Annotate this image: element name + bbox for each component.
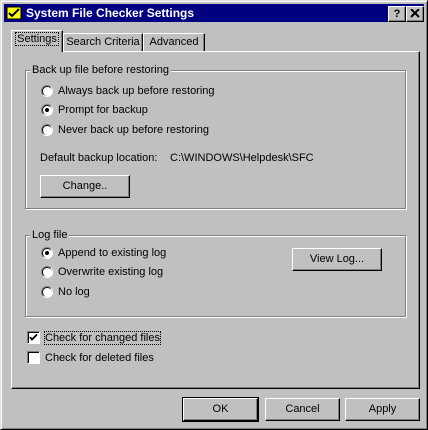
log-file-group-legend: Log file	[30, 229, 70, 241]
checkbox-deleted-files-box[interactable]	[27, 351, 40, 364]
help-button[interactable]: ?	[388, 6, 406, 22]
backup-location-value: C:\WINDOWS\Helpdesk\SFC	[170, 152, 314, 164]
radio-always-backup[interactable]: Always back up before restoring	[41, 85, 215, 97]
change-button[interactable]: Change..	[40, 175, 130, 198]
title-bar[interactable]: System File Checker Settings ?	[4, 4, 424, 22]
cancel-button[interactable]: Cancel	[265, 398, 340, 421]
tab-search-criteria-label: Search Criteria	[66, 36, 140, 48]
radio-prompt-backup-indicator[interactable]	[41, 104, 53, 116]
settings-panel: Back up file before restoring Always bac…	[11, 51, 420, 389]
ok-button[interactable]: OK	[182, 397, 259, 422]
radio-overwrite-log-indicator[interactable]	[41, 266, 53, 278]
tab-advanced[interactable]: Advanced	[143, 33, 205, 52]
dialog-window: System File Checker Settings ? Settings …	[0, 0, 428, 430]
radio-always-backup-label: Always back up before restoring	[58, 85, 215, 97]
view-log-button[interactable]: View Log...	[292, 248, 382, 271]
close-icon	[410, 8, 420, 18]
radio-append-log-indicator[interactable]	[41, 247, 53, 259]
radio-never-backup-label: Never back up before restoring	[58, 124, 210, 136]
checkmark-icon	[29, 333, 38, 341]
tab-advanced-label: Advanced	[149, 36, 199, 48]
radio-append-log[interactable]: Append to existing log	[41, 247, 166, 259]
radio-always-backup-indicator[interactable]	[41, 85, 53, 97]
radio-never-backup-indicator[interactable]	[41, 124, 53, 136]
radio-no-log-indicator[interactable]	[41, 286, 53, 298]
radio-prompt-backup-label: Prompt for backup	[58, 104, 148, 116]
checkbox-changed-files-box[interactable]	[27, 331, 40, 344]
radio-prompt-backup[interactable]: Prompt for backup	[41, 104, 148, 116]
system-file-checker-icon	[6, 5, 22, 21]
apply-button[interactable]: Apply	[345, 398, 420, 421]
radio-no-log-label: No log	[58, 286, 90, 298]
checkbox-deleted-files-label: Check for deleted files	[45, 351, 154, 364]
tab-settings-label: Settings	[15, 32, 59, 46]
checkbox-changed-files-label: Check for changed files	[44, 330, 161, 345]
checkbox-changed-files[interactable]: Check for changed files	[27, 330, 161, 345]
tab-search-criteria[interactable]: Search Criteria	[63, 33, 143, 52]
radio-overwrite-log-label: Overwrite existing log	[58, 266, 164, 278]
backup-location-label: Default backup location:	[40, 152, 158, 164]
radio-never-backup[interactable]: Never back up before restoring	[41, 124, 209, 136]
radio-append-log-label: Append to existing log	[58, 247, 167, 259]
close-button[interactable]	[406, 6, 424, 22]
window-title: System File Checker Settings	[26, 6, 195, 20]
checkbox-deleted-files[interactable]: Check for deleted files	[27, 351, 154, 364]
radio-overwrite-log[interactable]: Overwrite existing log	[41, 266, 163, 278]
backup-group-legend: Back up file before restoring	[30, 64, 171, 76]
tab-settings[interactable]: Settings	[11, 30, 63, 52]
radio-no-log[interactable]: No log	[41, 286, 90, 298]
